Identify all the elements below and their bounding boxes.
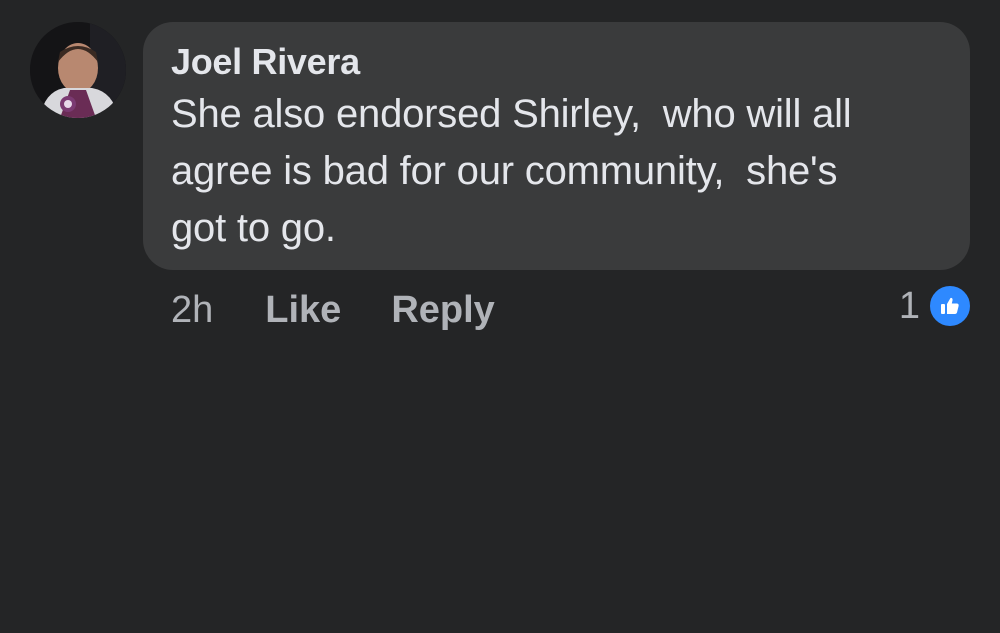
reaction-count: 1 xyxy=(898,284,920,327)
profile-photo xyxy=(30,22,126,118)
reaction-summary[interactable]: 1 xyxy=(898,284,972,328)
thumbs-up-icon xyxy=(928,284,972,328)
comment-actions: 2h Like Reply xyxy=(171,285,495,335)
like-button[interactable]: Like xyxy=(265,289,341,332)
reply-button[interactable]: Reply xyxy=(391,289,494,332)
comment-text: She also endorsed Shirley, who will all … xyxy=(171,92,852,250)
avatar[interactable] xyxy=(30,22,126,118)
timestamp[interactable]: 2h xyxy=(171,289,213,332)
comment-bubble: Joel Rivera She also endorsed Shirley, w… xyxy=(143,22,970,270)
author-name[interactable]: Joel Rivera xyxy=(171,40,942,84)
comment: Joel Rivera She also endorsed Shirley, w… xyxy=(0,0,1000,633)
